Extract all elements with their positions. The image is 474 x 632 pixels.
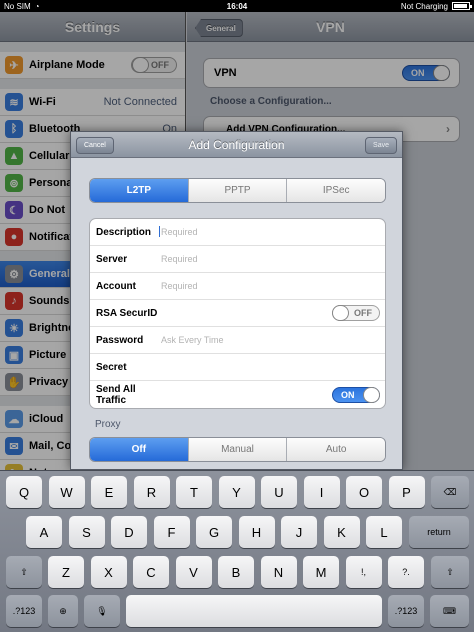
wifi-icon: ◔: [34, 1, 40, 11]
proxy-option-off[interactable]: Off: [90, 438, 189, 461]
shift-icon[interactable]: ⇧: [6, 556, 42, 588]
space-bar[interactable]: [126, 595, 382, 627]
microphone-icon[interactable]: 🎙: [84, 595, 120, 627]
password-row[interactable]: Password Ask Every Time: [90, 327, 385, 354]
account-label: Account: [96, 280, 136, 292]
protocol-segmented-control: L2TP PPTP IPSec: [89, 178, 386, 203]
server-row[interactable]: Server Required: [90, 246, 385, 273]
sheet-title: Add Configuration: [188, 137, 285, 152]
save-button[interactable]: Save: [365, 137, 397, 154]
globe-icon[interactable]: ⊕: [48, 595, 78, 627]
status-bar: No SIM ◔ 16:04 Not Charging: [0, 0, 474, 12]
segment-pptp[interactable]: PPTP: [188, 179, 288, 202]
key-h[interactable]: H: [238, 516, 275, 548]
cancel-button[interactable]: Cancel: [76, 137, 114, 154]
key-b[interactable]: B: [218, 556, 254, 588]
keyboard-hide-icon[interactable]: ⌨: [430, 595, 469, 627]
key-p[interactable]: P: [388, 476, 425, 508]
return-key[interactable]: return: [409, 516, 469, 548]
key-t[interactable]: T: [176, 476, 212, 508]
description-label: Description: [96, 226, 152, 238]
key-exclaim-comma[interactable]: !,: [345, 556, 382, 588]
key-c[interactable]: C: [133, 556, 169, 588]
key-x[interactable]: X: [90, 556, 127, 588]
proxy-label: Proxy: [95, 419, 121, 430]
key-d[interactable]: D: [111, 516, 147, 548]
charging-label: Not Charging: [400, 1, 448, 11]
configuration-form: Description Required Server Required Account…: [89, 218, 386, 409]
key-z[interactable]: Z: [48, 556, 84, 588]
segment-ipsec[interactable]: IPSec: [287, 179, 385, 202]
key-v[interactable]: V: [175, 556, 212, 588]
key-f[interactable]: F: [153, 516, 190, 548]
key-q[interactable]: Q: [6, 476, 42, 508]
status-left: No SIM ◔: [4, 2, 40, 11]
rsa-securid-switch[interactable]: OFF: [332, 305, 380, 321]
server-field[interactable]: Required: [161, 254, 198, 264]
password-label: Password: [96, 334, 144, 346]
numbers-key-left[interactable]: .?123: [6, 595, 42, 627]
server-label: Server: [96, 253, 128, 265]
add-configuration-sheet: Cancel Add Configuration Save L2TP PPTP IP…: [70, 131, 403, 470]
key-question-period[interactable]: ?.: [388, 556, 424, 588]
account-row[interactable]: Account Required: [90, 273, 385, 300]
key-s[interactable]: S: [68, 516, 105, 548]
key-r[interactable]: R: [133, 476, 170, 508]
send-all-traffic-switch[interactable]: ON: [332, 386, 380, 403]
secret-row[interactable]: Secret: [90, 354, 385, 381]
send-all-traffic-label: Send All Traffic: [96, 383, 136, 406]
proxy-segmented-control: Off Manual Auto: [89, 437, 386, 462]
key-w[interactable]: W: [48, 476, 85, 508]
sheet-nav-bar: Cancel Add Configuration Save: [71, 132, 402, 158]
proxy-option-auto[interactable]: Auto: [287, 438, 385, 461]
key-y[interactable]: Y: [218, 476, 255, 508]
switch-knob: [332, 305, 349, 321]
carrier-label: No SIM: [4, 1, 31, 11]
key-i[interactable]: I: [303, 476, 340, 508]
description-row[interactable]: Description Required: [90, 219, 385, 246]
key-e[interactable]: E: [91, 476, 127, 508]
proxy-option-manual[interactable]: Manual: [188, 438, 288, 461]
key-k[interactable]: K: [323, 516, 360, 548]
numbers-key-right[interactable]: .?123: [388, 595, 424, 627]
password-field[interactable]: Ask Every Time: [161, 335, 224, 345]
switch-knob: [363, 386, 380, 403]
battery-icon: [452, 2, 472, 10]
key-n[interactable]: N: [260, 556, 297, 588]
key-j[interactable]: J: [281, 516, 317, 548]
account-field[interactable]: Required: [161, 281, 198, 291]
send-all-traffic-row: Send All Traffic ON: [90, 381, 385, 408]
rsa-securid-row: RSA SecurID OFF: [90, 300, 385, 327]
key-g[interactable]: G: [196, 516, 232, 548]
key-l[interactable]: L: [366, 516, 402, 548]
key-u[interactable]: U: [261, 476, 297, 508]
key-o[interactable]: O: [346, 476, 382, 508]
secret-label: Secret: [96, 361, 127, 373]
on-screen-keyboard: Q W E R T Y U I O P ⌫ A S D F G H J K Lreturn ⇧ Z X C V B N M!,?. ⇧.…: [0, 470, 474, 632]
key-m[interactable]: M: [303, 556, 339, 588]
description-field[interactable]: Required: [159, 226, 198, 237]
rsa-securid-label: RSA SecurID: [96, 307, 158, 319]
shift-icon-right[interactable]: ⇧: [431, 556, 469, 588]
key-a[interactable]: A: [26, 516, 62, 548]
segment-l2tp[interactable]: L2TP: [90, 179, 189, 202]
status-right: Not Charging: [400, 1, 472, 11]
backspace-icon[interactable]: ⌫: [431, 476, 469, 508]
